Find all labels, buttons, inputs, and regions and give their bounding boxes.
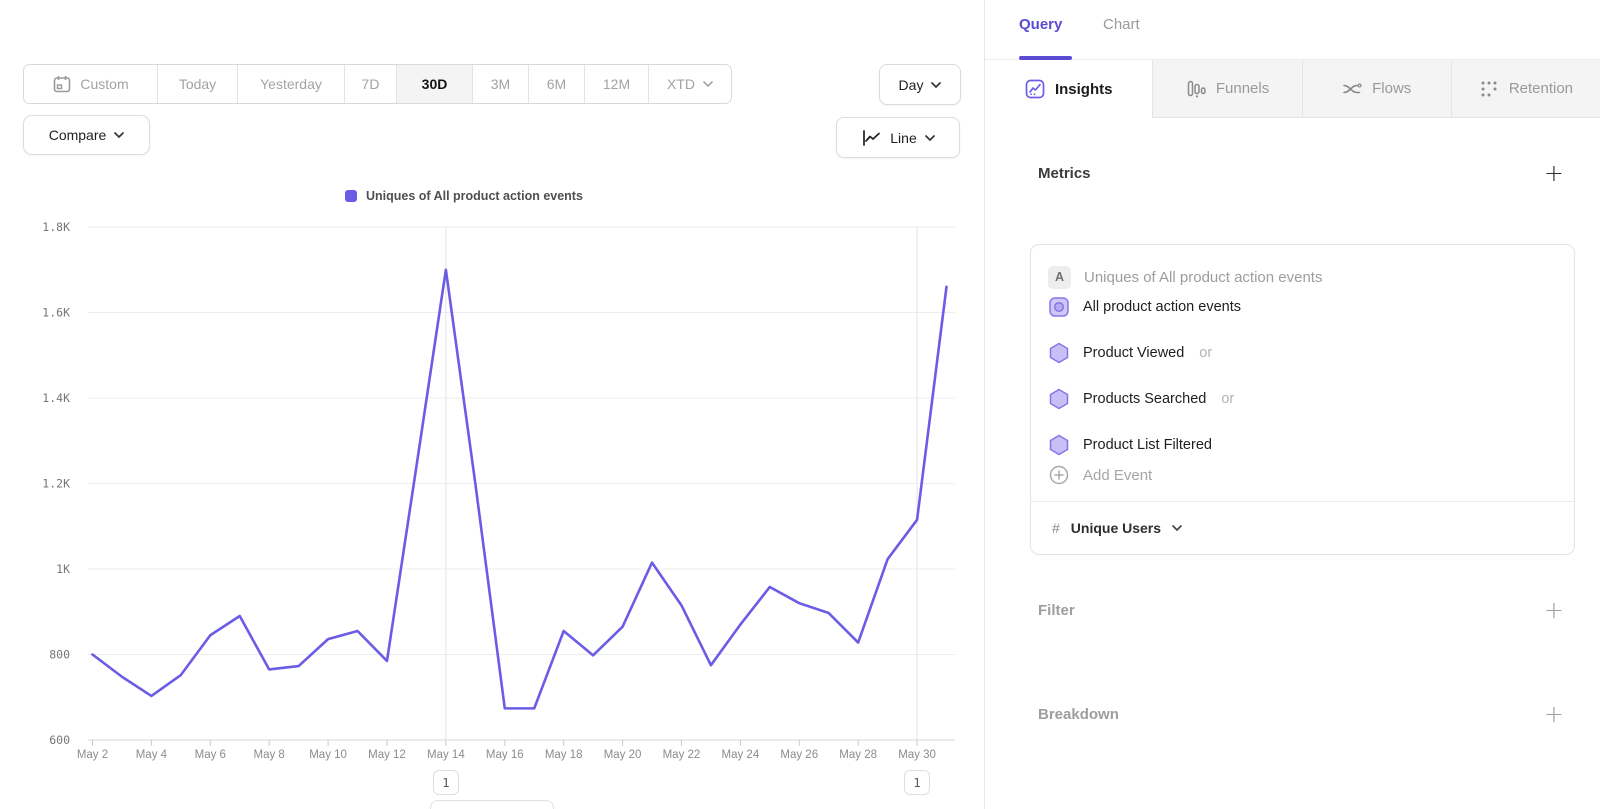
y-axis-tick-label: 1.8K <box>42 220 70 234</box>
calendar-icon <box>52 74 72 94</box>
measure-label: Unique Users <box>1071 520 1161 536</box>
custom-event-icon <box>1048 296 1070 318</box>
date-range-6m[interactable]: 6M <box>528 65 584 103</box>
report-type-tabs: Insights Funnels Flows <box>985 60 1600 118</box>
filter-section-title: Filter <box>1038 602 1075 619</box>
x-axis-tick-label: May 8 <box>254 749 285 761</box>
y-axis-tick-label: 1.6K <box>42 306 70 320</box>
x-axis-tick-label: May 4 <box>136 749 168 761</box>
insights-icon <box>1025 79 1045 99</box>
compare-label: Compare <box>49 127 107 143</box>
circle-plus-icon <box>1048 464 1070 486</box>
line-chart-icon <box>861 128 882 148</box>
y-axis-tick-label: 1.4K <box>42 391 70 405</box>
event-operator: or <box>1221 391 1234 407</box>
add-event-label: Add Event <box>1083 467 1152 484</box>
y-axis-tick-label: 600 <box>49 733 70 747</box>
x-axis-tick-label: May 30 <box>898 749 936 761</box>
legend-label: Uniques of All product action events <box>366 189 583 203</box>
event-hexagon-icon <box>1048 434 1070 456</box>
metrics-section-title: Metrics <box>1038 165 1091 182</box>
tab-chart[interactable]: Chart <box>1103 16 1140 33</box>
compare-button[interactable]: Compare <box>23 115 150 155</box>
x-axis-tick-label: May 26 <box>780 749 818 761</box>
date-range-today[interactable]: Today <box>157 65 237 103</box>
event-name: All product action events <box>1083 299 1241 315</box>
granularity-button[interactable]: Day <box>879 64 961 105</box>
x-axis-tick-label: May 24 <box>722 749 760 761</box>
flows-icon <box>1342 79 1362 99</box>
event-operator: or <box>1199 345 1212 361</box>
x-axis-tick-label: May 22 <box>663 749 701 761</box>
x-axis-tick-label: May 16 <box>486 749 524 761</box>
tab-retention[interactable]: Retention <box>1451 60 1600 118</box>
date-range-12m[interactable]: 12M <box>584 65 648 103</box>
event-name: Product Viewed <box>1083 345 1184 361</box>
chart-type-button[interactable]: Line <box>836 117 960 158</box>
x-axis-tick-label: May 18 <box>545 749 583 761</box>
x-axis-tick-label: May 28 <box>839 749 877 761</box>
add-filter-button[interactable]: + <box>1544 600 1564 620</box>
date-range-custom[interactable]: Custom <box>24 65 157 103</box>
annotation-badge[interactable]: 1 <box>433 770 459 795</box>
zoom-control-partial[interactable] <box>430 800 554 809</box>
series-line[interactable] <box>93 270 947 709</box>
x-axis-tick-label: May 10 <box>309 749 347 761</box>
tab-funnels[interactable]: Funnels <box>1152 60 1301 118</box>
event-name: Product List Filtered <box>1083 437 1212 453</box>
query-side-panel: Query Chart Insights Funnels <box>984 0 1600 809</box>
date-range-label: Custom <box>80 76 128 92</box>
event-row[interactable]: Product Viewed or <box>1048 338 1560 368</box>
chevron-down-icon <box>1172 525 1182 531</box>
x-axis-tick-label: May 2 <box>77 749 108 761</box>
y-axis-tick-label: 800 <box>49 648 70 662</box>
y-axis-tick-label: 1K <box>56 562 70 576</box>
number-symbol: # <box>1052 520 1060 536</box>
add-breakdown-button[interactable]: + <box>1544 704 1564 724</box>
event-hexagon-icon <box>1048 388 1070 410</box>
formula-text: Uniques of All product action events <box>1084 269 1322 286</box>
retention-icon <box>1479 79 1499 99</box>
chart-type-label: Line <box>890 130 916 146</box>
tab-query[interactable]: Query <box>1019 16 1062 33</box>
event-name: Products Searched <box>1083 391 1206 407</box>
x-axis-tick-label: May 12 <box>368 749 406 761</box>
date-range-7d[interactable]: 7D <box>344 65 396 103</box>
x-axis-tick-label: May 6 <box>195 749 226 761</box>
event-row[interactable]: Products Searched or <box>1048 384 1560 414</box>
event-row[interactable]: All product action events <box>1048 292 1560 322</box>
metric-formula-row[interactable]: A Uniques of All product action events <box>1048 262 1560 292</box>
panel-top-tabs: Query Chart <box>985 0 1600 60</box>
add-event-row[interactable]: Add Event <box>1048 460 1560 490</box>
tab-insights[interactable]: Insights <box>985 60 1152 118</box>
chevron-down-icon <box>925 135 935 141</box>
date-range-30d[interactable]: 30D <box>396 65 472 103</box>
chevron-down-icon <box>931 82 941 88</box>
chevron-down-icon <box>114 132 124 138</box>
x-axis-tick-label: May 14 <box>427 749 465 761</box>
formula-badge: A <box>1048 266 1071 289</box>
metric-card: A Uniques of All product action events A… <box>1030 244 1575 555</box>
date-range-3m[interactable]: 3M <box>472 65 528 103</box>
breakdown-section-title: Breakdown <box>1038 706 1119 723</box>
date-range-yesterday[interactable]: Yesterday <box>237 65 344 103</box>
y-axis-tick-label: 1.2K <box>42 477 70 491</box>
legend-swatch <box>345 190 357 202</box>
card-divider <box>1031 501 1574 502</box>
funnels-icon <box>1186 79 1206 99</box>
chevron-down-icon <box>703 81 713 87</box>
chart-panel: 600 800 1K 1.2K 1.4K 1.6K 1.8K May 2 May 4 May 6 M… <box>0 0 984 809</box>
tab-flows[interactable]: Flows <box>1302 60 1451 118</box>
chart-legend: Uniques of All product action events <box>345 189 583 203</box>
granularity-label: Day <box>899 77 924 93</box>
measure-selector[interactable]: # Unique Users <box>1052 513 1560 543</box>
event-row[interactable]: Product List Filtered <box>1048 430 1560 460</box>
date-range-xtd[interactable]: XTD <box>648 65 731 103</box>
add-metric-button[interactable]: + <box>1544 163 1564 183</box>
annotation-badge[interactable]: 1 <box>904 770 930 795</box>
x-axis-tick-label: May 20 <box>604 749 642 761</box>
event-hexagon-icon <box>1048 342 1070 364</box>
date-range-segmented-control: Custom Today Yesterday 7D 30D 3M 6M 12M … <box>23 64 732 104</box>
